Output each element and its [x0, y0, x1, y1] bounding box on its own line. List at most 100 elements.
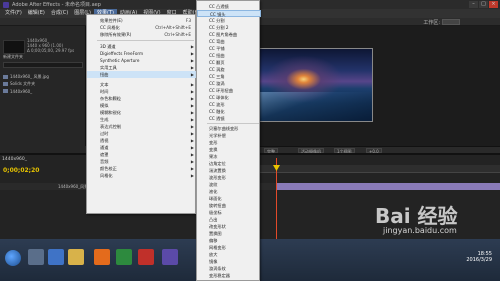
menu-item[interactable]: 表达式控制 ▶ — [87, 123, 197, 130]
submenu-item[interactable]: 旋转扭曲 — [197, 202, 261, 209]
submenu-item[interactable]: 改变形状 — [197, 223, 261, 230]
maximize-button[interactable]: □ — [479, 1, 488, 8]
project-folder-name: 新建文件夹 — [3, 54, 23, 59]
minimize-button[interactable]: – — [469, 1, 478, 8]
submenu-item[interactable]: CC 翻页 — [197, 59, 261, 66]
menu-item[interactable]: 模拟 ▶ — [87, 102, 197, 109]
timecode-display[interactable]: 0;00;02;20 — [3, 167, 39, 174]
menu-item[interactable]: 通道 ▶ — [87, 144, 197, 151]
submenu-item[interactable]: CC 透镜 — [197, 115, 261, 122]
chevron-right-icon: ▶ — [190, 44, 194, 49]
menu-edit[interactable]: 编辑(E) — [25, 9, 48, 18]
list-item[interactable]: 1440x960_ — [3, 88, 83, 94]
menu-file[interactable]: 文件(F) — [2, 9, 25, 18]
menu-item[interactable]: 风格化 ▶ — [87, 172, 197, 179]
menu-item[interactable]: 实用工具 ▶ — [87, 64, 197, 71]
submenu-item[interactable]: CC 弯曲 — [197, 38, 261, 45]
start-button-icon[interactable] — [5, 250, 21, 266]
submenu-item[interactable]: 置换图 — [197, 230, 261, 237]
project-search-input[interactable] — [3, 62, 83, 68]
record-icon[interactable] — [138, 249, 154, 265]
submenu-item[interactable]: 漩涡条纹 — [197, 265, 261, 272]
firefox-icon[interactable] — [94, 249, 110, 265]
submenu-item[interactable]: CC 扭曲 — [197, 52, 261, 59]
menu-item[interactable]: 生成 ▶ — [87, 116, 197, 123]
menu-item[interactable]: 文本 ▶ — [87, 81, 197, 88]
submenu-item[interactable]: 贝塞尔曲线变形 — [197, 125, 261, 132]
menu-item[interactable]: 遮罩 ▶ — [87, 151, 197, 158]
timeline-tab[interactable]: 1440x960_ — [2, 157, 27, 162]
ie-icon[interactable] — [48, 249, 64, 265]
submenu-item[interactable]: 极坐标 — [197, 209, 261, 216]
menu-item-effect-controls[interactable]: 效果控件(E) F3 — [87, 17, 197, 24]
layer-duration-bar[interactable] — [276, 183, 500, 190]
menu-item-remove-all[interactable]: 移除所有效果(R) Ctrl+Shift+E — [87, 31, 197, 38]
menu-item[interactable]: 音频 ▶ — [87, 158, 197, 165]
chevron-right-icon: ▶ — [190, 89, 194, 94]
menu-item[interactable]: 颜色校正 ▶ — [87, 165, 197, 172]
submenu-item[interactable]: 液化 — [197, 188, 261, 195]
list-item[interactable]: 1440x960_ 风景.jpg — [3, 74, 83, 80]
submenu-item[interactable]: CC 三角 — [197, 73, 261, 80]
menu-item[interactable]: 模糊和锐化 ▶ — [87, 109, 197, 116]
submenu-item[interactable]: CC 分割 2 — [197, 24, 261, 31]
submenu-item[interactable]: CC 漩涡 — [197, 80, 261, 87]
project-folder-label: 新建文件夹 — [3, 54, 83, 60]
project-info-line: Δ 0;00;05;00, 29.97 fps — [27, 48, 75, 53]
menu-item-distort[interactable]: 扭曲 ▶ — [87, 71, 197, 78]
list-item-label: 1440x960_ — [10, 88, 33, 94]
submenu-item[interactable]: 放大 — [197, 251, 261, 258]
submenu-item[interactable]: CC 涡旋 — [197, 66, 261, 73]
submenu-item[interactable]: CC 融化 — [197, 108, 261, 115]
submenu-item[interactable]: 波形变形 — [197, 174, 261, 181]
menu-item[interactable]: 透视 ▶ — [87, 137, 197, 144]
menu-item[interactable]: Synthetic Aperture ▶ — [87, 57, 197, 64]
folder-icon[interactable] — [68, 249, 84, 265]
system-clock[interactable]: 18:55 2016/3/29 — [466, 251, 492, 263]
submenu-item[interactable]: 球面化 — [197, 195, 261, 202]
menu-item-label: 3D 通道 — [100, 44, 116, 49]
submenu-item[interactable]: CC 平铺 — [197, 45, 261, 52]
menu-item[interactable]: Digieffects FreeForm ▶ — [87, 50, 197, 57]
close-button[interactable]: × — [489, 1, 498, 8]
submenu-item[interactable]: 边角定位 — [197, 160, 261, 167]
menu-item-label: 杂色和颗粒 — [100, 96, 121, 101]
submenu-item[interactable]: 镜像 — [197, 258, 261, 265]
menu-item[interactable]: 过时 ▶ — [87, 130, 197, 137]
submenu-item[interactable]: 果冻 — [197, 153, 261, 160]
submenu-item[interactable]: 光学补偿 — [197, 132, 261, 139]
submenu-item[interactable]: CC 分割 — [197, 17, 261, 24]
submenu-item[interactable]: 变换 — [197, 146, 261, 153]
workspace-dropdown[interactable] — [442, 19, 460, 25]
submenu-item[interactable]: 波纹 — [197, 181, 261, 188]
menu-item[interactable]: 3D 通道 ▶ — [87, 43, 197, 50]
media-player-icon[interactable] — [116, 249, 132, 265]
submenu-item[interactable]: CC 环形扭曲 — [197, 87, 261, 94]
after-effects-taskbar-icon[interactable] — [162, 249, 178, 265]
submenu-item[interactable]: 凸出 — [197, 216, 261, 223]
explorer-icon[interactable] — [28, 249, 44, 265]
composition-image-seascape[interactable] — [257, 48, 373, 122]
menu-item[interactable]: 时间 ▶ — [87, 88, 197, 95]
chevron-right-icon: ▶ — [190, 117, 194, 122]
folder-icon — [3, 82, 8, 86]
menu-item-last-effect[interactable]: CC 风格化 Ctrl+Alt+Shift+E — [87, 24, 197, 31]
menu-item[interactable]: 杂色和颗粒 ▶ — [87, 95, 197, 102]
submenu-item[interactable]: 变形 — [197, 139, 261, 146]
menu-item-label: 模拟 — [100, 103, 109, 108]
submenu-item[interactable]: CC 球体化 — [197, 94, 261, 101]
submenu-item[interactable]: 偏移 — [197, 237, 261, 244]
list-item[interactable]: Solids 文件夹 — [3, 81, 83, 87]
submenu-item[interactable]: CC 图片角卷曲 — [197, 31, 261, 38]
footage-icon — [3, 75, 8, 79]
submenu-item[interactable]: 湍流置换 — [197, 167, 261, 174]
menu-item-shortcut: Ctrl+Shift+E — [164, 32, 191, 37]
submenu-item[interactable]: 网格变形 — [197, 244, 261, 251]
submenu-item[interactable]: 变形稳定器 — [197, 272, 261, 279]
menu-item-label: 颜色校正 — [100, 166, 117, 171]
submenu-item-highlighted[interactable]: CC 镜头 — [197, 10, 261, 17]
menu-item-label: 风格化 — [100, 173, 113, 178]
submenu-item[interactable]: CC 凸透镜 — [197, 3, 261, 10]
menu-composition[interactable]: 合成(C) — [48, 9, 71, 18]
submenu-item[interactable]: CC 波形 — [197, 101, 261, 108]
